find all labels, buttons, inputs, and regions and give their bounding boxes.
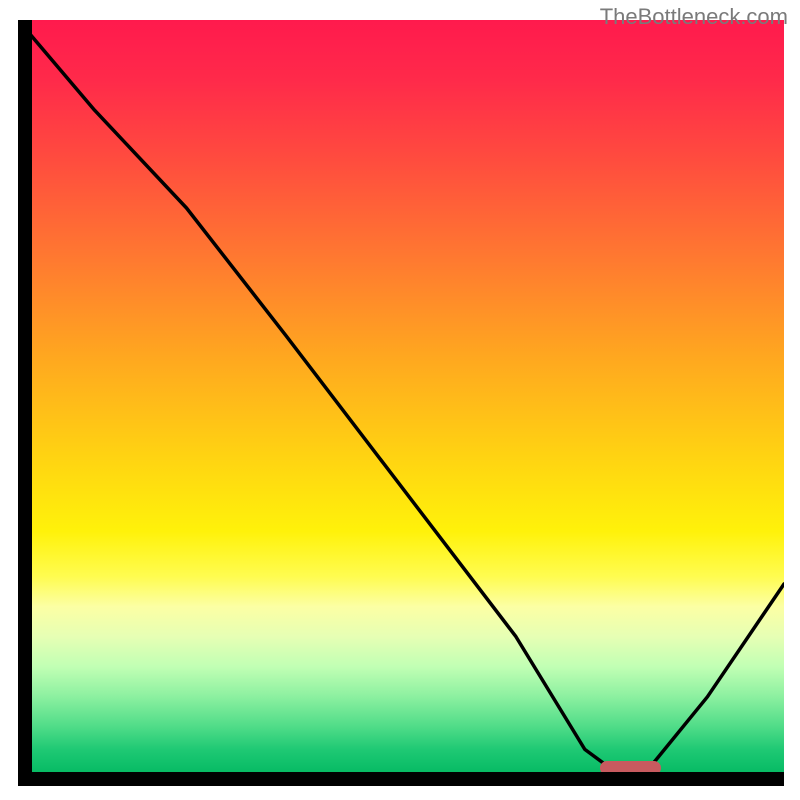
y-axis [18,20,32,786]
x-axis [18,772,784,786]
chart-container [18,20,784,786]
bottleneck-curve [18,20,784,772]
watermark-text: TheBottleneck.com [600,4,788,30]
